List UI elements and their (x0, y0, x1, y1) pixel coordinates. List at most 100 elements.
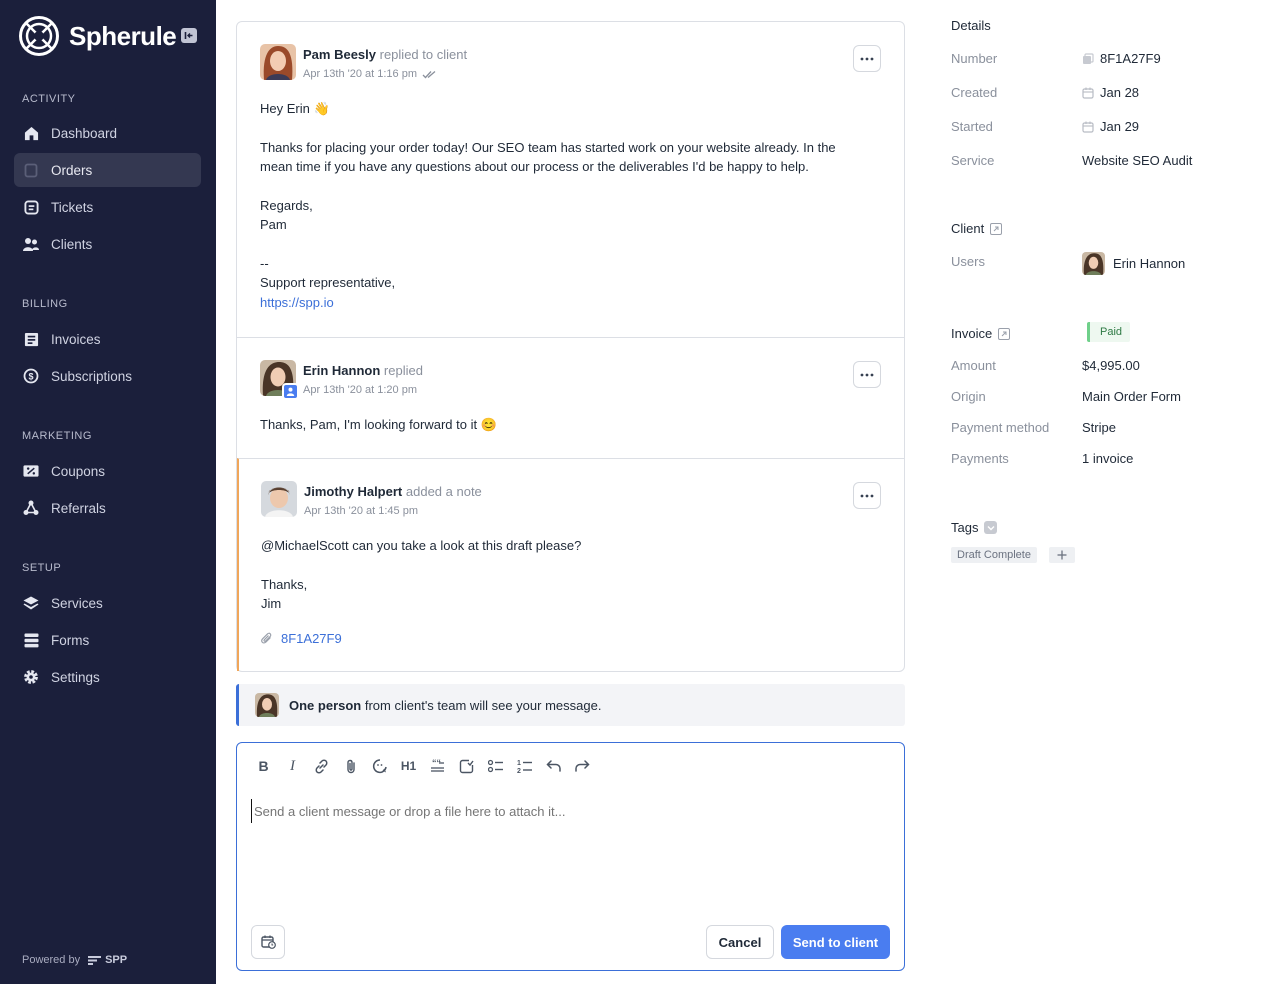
message-input[interactable] (251, 799, 891, 823)
message-menu-button[interactable] (853, 45, 881, 72)
message-menu-button[interactable] (853, 361, 881, 388)
code-block-icon (459, 759, 474, 773)
number-value[interactable]: 8F1A27F9 (1082, 51, 1161, 66)
spherule-logo-icon (19, 16, 59, 56)
tags-title: Tags (951, 520, 979, 535)
cancel-button[interactable]: Cancel (706, 925, 774, 959)
brand[interactable]: Spherule (18, 15, 177, 57)
message-author[interactable]: Jimothy Halpert (304, 484, 402, 499)
undo-button[interactable] (539, 755, 568, 777)
client-badge (282, 383, 299, 400)
redo-button[interactable] (568, 755, 597, 777)
svg-text:$: $ (28, 372, 33, 382)
external-link-icon (998, 327, 1011, 340)
notice-text: from client's team will see your message… (361, 697, 602, 713)
send-to-client-button[interactable]: Send to client (781, 925, 890, 959)
bullet-list-button[interactable] (481, 755, 510, 777)
message-line: Support representative, (260, 275, 396, 290)
link-button[interactable] (307, 755, 336, 777)
message-time: Apr 13th '20 at 1:45 pm (304, 505, 418, 517)
payments-value[interactable]: 1 invoice (1082, 451, 1133, 466)
message-line: Hey Erin 👋 (260, 101, 330, 116)
spp-brand-name: SPP (105, 954, 128, 966)
tags-heading[interactable]: Tags (951, 520, 998, 535)
referral-icon (23, 500, 39, 516)
avatar-jimothy-halpert[interactable] (261, 481, 297, 517)
ticket-icon (23, 199, 39, 215)
invoice-heading[interactable]: Invoice (951, 326, 1011, 341)
paperclip-icon (261, 632, 272, 644)
code-button[interactable] (452, 755, 481, 777)
avatar-pam-beesly[interactable] (260, 44, 296, 80)
sidebar-item-coupons[interactable]: Coupons (14, 454, 201, 488)
service-value[interactable]: Website SEO Audit (1082, 153, 1192, 168)
collapse-sidebar-button[interactable] (181, 28, 197, 43)
attachment-link[interactable]: 8F1A27F9 (261, 631, 342, 646)
more-horizontal-icon (860, 494, 874, 497)
message-action: added a note (405, 484, 482, 499)
avatar-image (261, 481, 297, 517)
message-timestamp: Apr 13th '20 at 1:45 pm (304, 505, 419, 517)
number-label: Number (951, 51, 998, 66)
sidebar-item-subscriptions[interactable]: $ Subscriptions (14, 359, 201, 393)
message-menu-button[interactable] (853, 482, 881, 509)
calendar-icon (1082, 121, 1094, 133)
message-author-line: Jimothy Halpert added a note (304, 484, 482, 499)
italic-icon: I (290, 757, 295, 774)
client-heading[interactable]: Client (951, 221, 1003, 236)
emoji-button[interactable] (365, 755, 394, 777)
powered-by[interactable]: Powered by SPP (22, 954, 127, 966)
message-composer: B I H1 ““ 12 Cancel Send to client (236, 742, 905, 971)
message-link[interactable]: https://spp.io (260, 295, 334, 310)
sidebar-item-services[interactable]: Services (14, 586, 201, 620)
coupon-icon (23, 463, 39, 479)
redo-icon (575, 760, 590, 772)
started-label: Started (951, 119, 993, 134)
add-tag-button[interactable] (1049, 547, 1075, 563)
undo-icon (546, 760, 561, 772)
bold-button[interactable]: B (249, 755, 278, 777)
section-billing: BILLING (22, 298, 68, 310)
section-activity: ACTIVITY (22, 93, 76, 105)
origin-value[interactable]: Main Order Form (1082, 389, 1181, 404)
sidebar-item-tickets[interactable]: Tickets (14, 190, 201, 224)
editor-toolbar: B I H1 ““ 12 (249, 755, 597, 777)
sidebar-item-referrals[interactable]: Referrals (14, 491, 201, 525)
message-author[interactable]: Erin Hannon (303, 363, 380, 378)
message-line: Thanks, (261, 577, 308, 592)
message-timestamp: Apr 13th '20 at 1:16 pm (303, 68, 418, 80)
message-line: -- (260, 256, 269, 271)
numbered-list-button[interactable]: 12 (510, 755, 539, 777)
users-value[interactable]: Erin Hannon (1082, 252, 1185, 275)
sidebar-item-orders[interactable]: Orders (14, 153, 201, 187)
sidebar-item-clients[interactable]: Clients (14, 227, 201, 261)
attach-button[interactable] (336, 755, 365, 777)
attachment-name: 8F1A27F9 (281, 631, 342, 646)
sidebar-item-dashboard[interactable]: Dashboard (14, 116, 201, 150)
forms-icon (23, 632, 39, 648)
sidebar-item-settings[interactable]: Settings (14, 660, 201, 694)
origin-label: Origin (951, 389, 986, 404)
plus-icon (1057, 550, 1067, 560)
payments-label: Payments (951, 451, 1009, 466)
sidebar-item-label: Coupons (51, 463, 106, 479)
tag-chip[interactable]: Draft Complete (951, 547, 1037, 563)
client-title: Client (951, 221, 985, 236)
bullet-list-icon (487, 759, 503, 773)
conversation-thread: Pam Beesly replied to client Apr 13th '2… (236, 21, 905, 672)
payment-method-value: Stripe (1082, 420, 1116, 435)
sidebar-item-invoices[interactable]: Invoices (14, 322, 201, 356)
paperclip-icon (346, 759, 355, 773)
message-author[interactable]: Pam Beesly (303, 47, 376, 62)
powered-by-label: Powered by (22, 954, 81, 966)
schedule-button[interactable] (251, 925, 285, 959)
quote-button[interactable]: ““ (423, 755, 452, 777)
heading-button[interactable]: H1 (394, 755, 423, 777)
svg-text:2: 2 (517, 768, 521, 774)
sidebar-item-label: Orders (51, 162, 93, 178)
italic-button[interactable]: I (278, 755, 307, 777)
amount-label: Amount (951, 358, 996, 373)
user-icon (286, 387, 295, 396)
user-name: Erin Hannon (1113, 256, 1186, 271)
sidebar-item-forms[interactable]: Forms (14, 623, 201, 657)
